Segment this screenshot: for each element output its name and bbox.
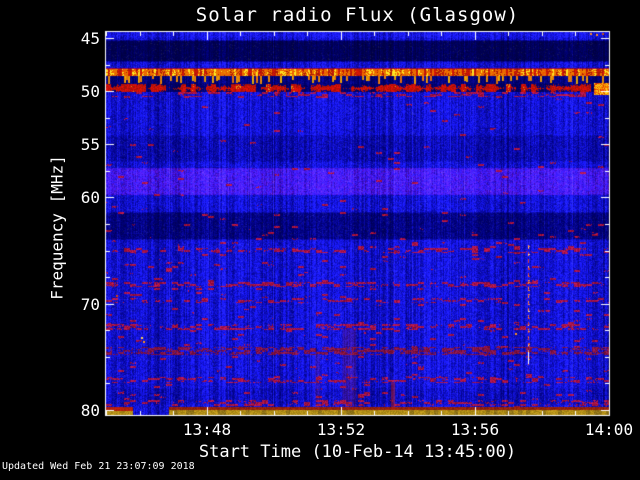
y-axis-label: Frequency [MHz] — [47, 155, 67, 300]
y-tick-label: 50 — [80, 82, 100, 101]
x-tick-label: 13:48 — [182, 420, 232, 439]
chart-title: Solar radio Flux (Glasgow) — [195, 4, 520, 26]
x-tick-label: 13:56 — [450, 420, 500, 439]
x-tick-label: 13:52 — [316, 420, 366, 439]
solar-radio-spectrogram-page: Solar radio Flux (Glasgow) Frequency [MH… — [0, 0, 640, 480]
x-tick-label: 14:00 — [584, 420, 634, 439]
updated-timestamp: Updated Wed Feb 21 23:07:09 2018 — [2, 461, 195, 472]
x-axis-label: Start Time (10-Feb-14 13:45:00) — [198, 442, 517, 462]
y-tick-label: 60 — [80, 188, 100, 207]
y-tick-label: 45 — [80, 29, 100, 48]
y-tick-label: 70 — [80, 295, 100, 314]
y-tick-label: 55 — [80, 135, 100, 154]
y-tick-label: 80 — [80, 401, 100, 420]
